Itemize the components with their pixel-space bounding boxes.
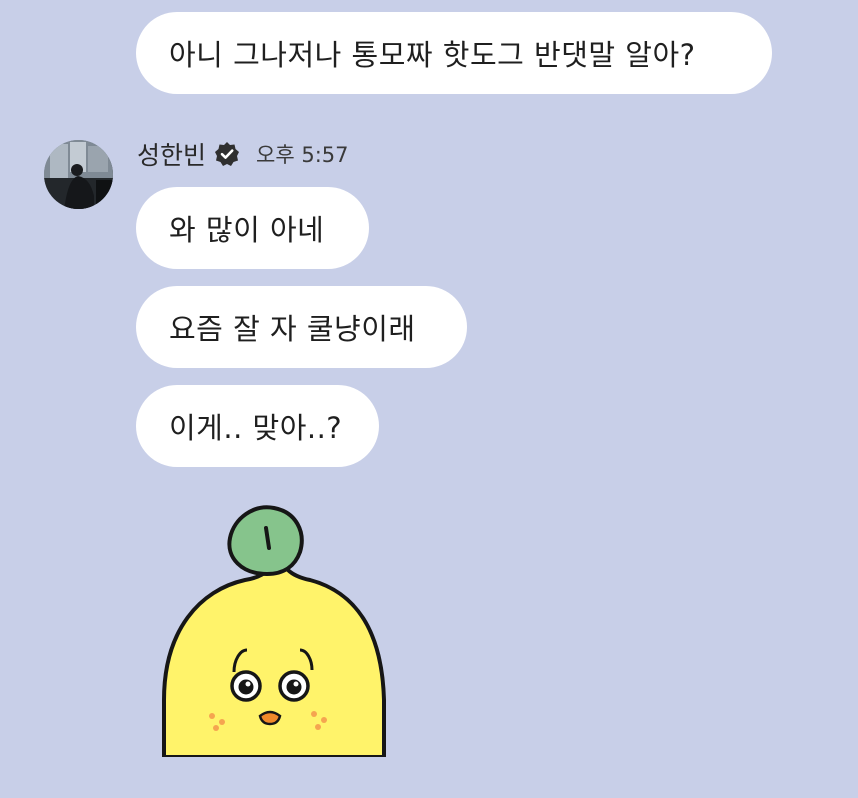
message-timestamp: 오후 5:57 [256, 143, 349, 167]
sender-header: 성한빈 오후 5:57 [137, 137, 349, 171]
leaf-icon [227, 505, 304, 577]
message-text: 요즘 잘 자 쿨냥이래 [169, 312, 416, 346]
avatar-photo [44, 140, 113, 209]
beak [258, 710, 282, 726]
verified-badge-icon [214, 141, 240, 167]
message-text: 아니 그나저나 통모짜 핫도그 반댓말 알아? [169, 38, 696, 72]
message-bubble-incoming[interactable]: 요즘 잘 자 쿨냥이래 [136, 286, 467, 368]
lemon-body [162, 563, 386, 759]
lemon-character-sticker[interactable] [150, 500, 400, 759]
message-bubble-incoming[interactable]: 와 많이 아네 [136, 187, 369, 269]
sender-name[interactable]: 성한빈 [137, 136, 206, 172]
message-bubble-incoming[interactable]: 이게.. 맞아..? [136, 385, 379, 467]
message-bubble-outgoing[interactable]: 아니 그나저나 통모짜 핫도그 반댓말 알아? [136, 12, 772, 94]
message-text: 이게.. 맞아..? [169, 411, 343, 445]
avatar[interactable] [44, 140, 113, 209]
message-text: 와 많이 아네 [169, 213, 325, 247]
